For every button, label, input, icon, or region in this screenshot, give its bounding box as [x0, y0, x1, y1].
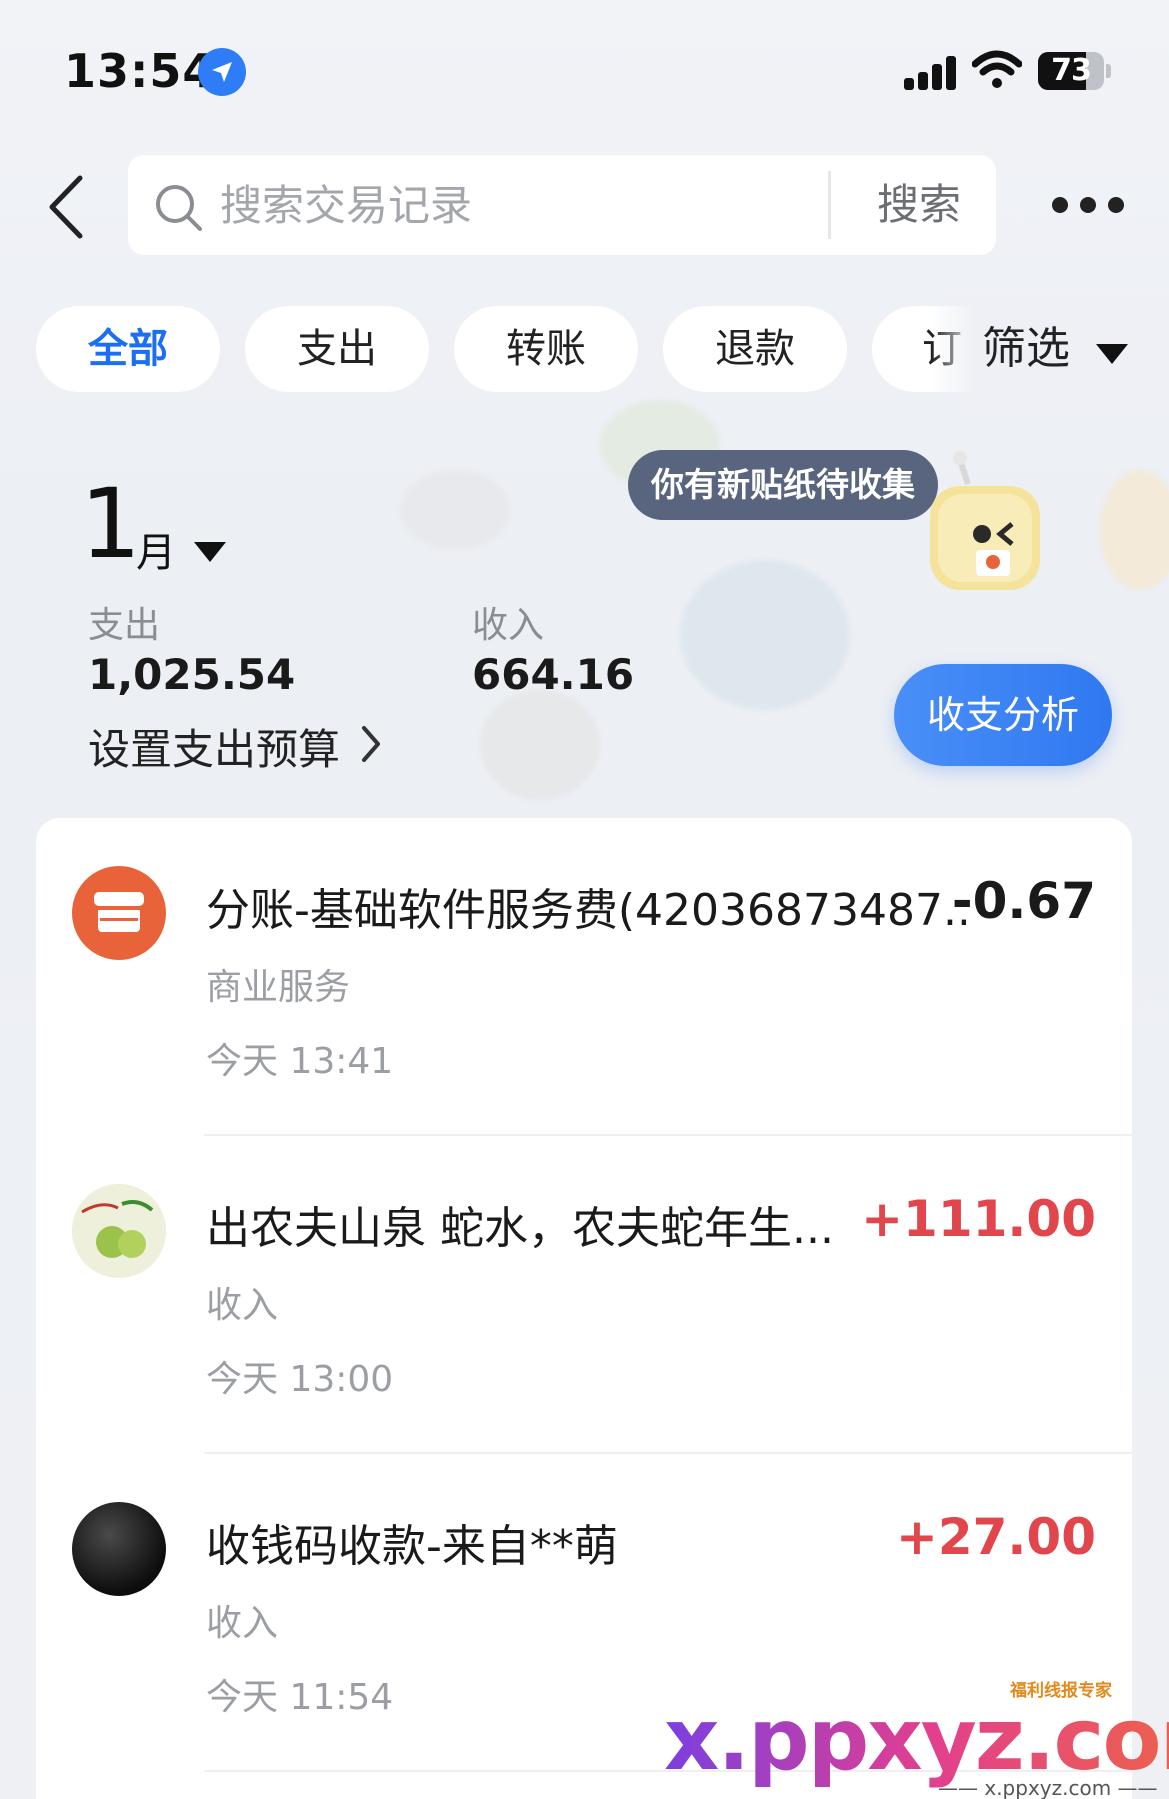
black-circle-avatar — [72, 1502, 166, 1596]
income-expense-analysis-button[interactable]: 收支分析 — [894, 664, 1112, 766]
transaction-time: 今天 13:41 — [206, 1041, 394, 1082]
month-caret-icon[interactable] — [194, 542, 226, 562]
income-label: 收入 — [472, 605, 545, 646]
search-input[interactable] — [220, 155, 920, 255]
transaction-category: 商业服务 — [206, 967, 351, 1008]
background-decoration — [400, 470, 510, 550]
transaction-category: 收入 — [206, 1603, 279, 1644]
chip-expense[interactable]: 支出 — [245, 306, 429, 392]
search-divider — [828, 171, 831, 239]
background-decoration — [480, 690, 600, 800]
more-options-button[interactable] — [1048, 190, 1126, 220]
expense-total: 1,025.54 — [88, 650, 296, 699]
month-number[interactable]: 1 — [80, 474, 141, 574]
green-apple-avatar — [72, 1184, 166, 1278]
transaction-title: 收钱码收款-来自**萌 — [206, 1521, 618, 1572]
search-box[interactable]: 搜索 — [128, 155, 996, 255]
search-button[interactable]: 搜索 — [842, 155, 996, 255]
transaction-title: 出农夫山泉 蛇水，农夫蛇年生... — [206, 1203, 834, 1254]
transaction-row[interactable]: 出农夫山泉 蛇水，农夫蛇年生... +111.00 收入 今天 13:00 — [36, 1136, 1132, 1454]
more-dot-icon — [1080, 197, 1096, 213]
watermark-url: —— x.ppxyz.com —— — [938, 1776, 1158, 1799]
chevron-right-icon[interactable] — [358, 724, 384, 764]
sticker-bubble[interactable]: 你有新贴纸待收集 — [628, 450, 938, 520]
status-bar: 13:54 73 — [0, 0, 1169, 140]
transaction-row[interactable]: 分账-基础软件服务费(42036873487... -0.67 商业服务 今天 … — [36, 818, 1132, 1136]
filter-button[interactable]: 筛选 — [982, 306, 1070, 392]
store-icon — [72, 866, 166, 960]
search-icon — [156, 185, 202, 231]
month-unit[interactable]: 月 — [136, 520, 176, 578]
income-total: 664.16 — [472, 650, 635, 699]
transaction-category: 收入 — [206, 1285, 279, 1326]
back-button[interactable] — [44, 172, 94, 242]
transaction-amount: -0.67 — [951, 872, 1096, 930]
transaction-amount: +111.00 — [861, 1190, 1096, 1248]
wifi-icon — [972, 50, 1022, 88]
watermark-logo: x.ppxyz.com — [664, 1690, 1169, 1790]
transaction-time: 今天 13:00 — [206, 1359, 394, 1400]
sticker-mascot-icon[interactable] — [920, 450, 1060, 600]
expense-label: 支出 — [88, 605, 161, 646]
status-time: 13:54 — [64, 44, 216, 98]
background-decoration — [680, 560, 850, 710]
cellular-signal-icon — [904, 56, 956, 90]
chip-refund[interactable]: 退款 — [663, 306, 847, 392]
more-dot-icon — [1108, 197, 1124, 213]
chip-all[interactable]: 全部 — [36, 306, 220, 392]
location-arrow-icon — [198, 48, 246, 96]
transaction-time: 今天 11:54 — [206, 1677, 394, 1718]
battery-icon: 73 — [1038, 52, 1112, 90]
transaction-amount: +27.00 — [895, 1508, 1096, 1566]
transaction-history-screen: 13:54 73 搜索交易记录 搜索 全部 支出 转账 退款 筛选 你有新贴纸待… — [0, 0, 1169, 1799]
more-dot-icon — [1052, 197, 1068, 213]
background-decoration — [1100, 470, 1169, 590]
set-budget-link[interactable]: 设置支出预算 — [88, 716, 340, 777]
battery-level: 73 — [1051, 53, 1092, 88]
transaction-title: 分账-基础软件服务费(42036873487... — [206, 885, 966, 936]
chip-transfer[interactable]: 转账 — [454, 306, 638, 392]
filter-caret-icon[interactable] — [1096, 344, 1128, 364]
transaction-list: 分账-基础软件服务费(42036873487... -0.67 商业服务 今天 … — [36, 818, 1132, 1799]
